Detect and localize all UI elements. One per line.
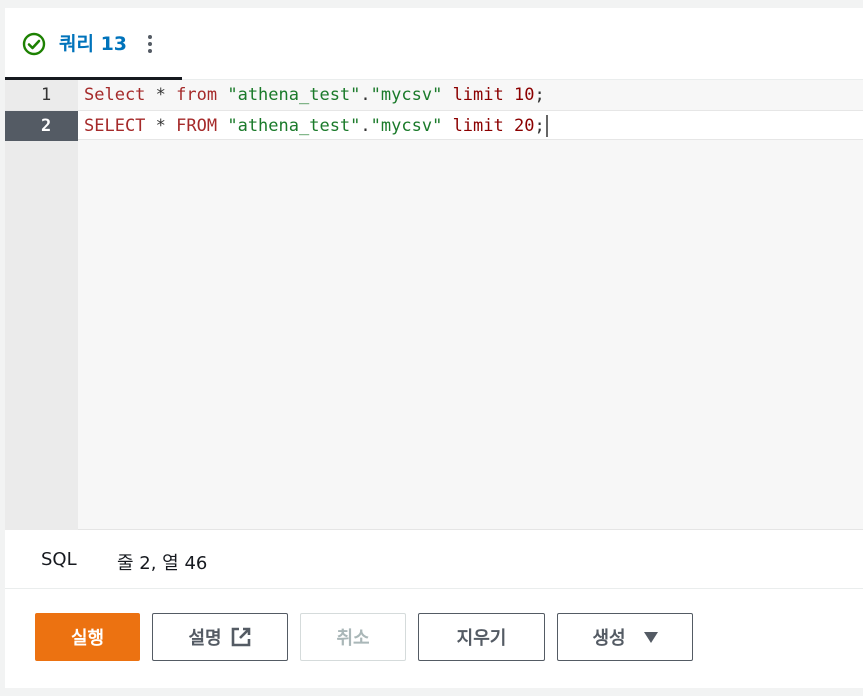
code-text[interactable]: Select * from "athena_test"."mycsv" limi…: [84, 80, 545, 110]
code-line-1[interactable]: 1 Select * from "athena_test"."mycsv" li…: [5, 80, 863, 110]
sql-operator: *: [145, 85, 177, 105]
sql-keyword: Select: [84, 85, 146, 105]
explain-button-label: 설명: [188, 628, 222, 649]
sql-punct: ;: [534, 116, 545, 136]
create-button-label: 생성: [592, 628, 626, 649]
cursor-position: 줄 2, 열 46: [117, 553, 208, 574]
explain-button[interactable]: 설명: [152, 613, 288, 661]
editor-status-bar: SQL 줄 2, 열 46: [5, 531, 863, 589]
run-button[interactable]: 실행: [35, 613, 140, 661]
check-circle-icon: [22, 32, 46, 56]
sql-punct: .: [360, 85, 371, 105]
query-editor-panel: 쿼리 13 1 Select * from "athena_test"."myc…: [5, 8, 863, 688]
query-actions: 실행 설명 취소 지우기 생성: [5, 590, 863, 688]
cancel-button-label: 취소: [336, 628, 370, 649]
sql-identifier: "mycsv": [370, 116, 443, 136]
sql-punct: .: [360, 116, 371, 136]
language-indicator: SQL: [41, 549, 77, 570]
line-number: 2: [5, 111, 78, 141]
sql-operator: *: [145, 116, 177, 136]
code-line-2[interactable]: 2 SELECT * FROM "athena_test"."mycsv" li…: [5, 110, 863, 141]
run-button-label: 실행: [70, 628, 105, 649]
sql-number: 10: [514, 85, 535, 105]
sql-identifier: "athena_test": [227, 116, 361, 136]
clear-button-label: 지우기: [456, 628, 507, 649]
line-number: 1: [41, 85, 52, 105]
sql-keyword: from: [176, 85, 218, 105]
sql-identifier: "athena_test": [227, 85, 361, 105]
sql-keyword: SELECT: [84, 116, 146, 136]
caret-down-icon: [643, 631, 658, 643]
sql-keyword: limit: [452, 85, 504, 105]
sql-punct: ;: [534, 85, 545, 105]
code-text[interactable]: SELECT * FROM "athena_test"."mycsv" limi…: [84, 111, 548, 141]
create-dropdown-button[interactable]: 생성: [557, 613, 693, 661]
clear-button[interactable]: 지우기: [418, 613, 545, 661]
more-vertical-icon[interactable]: [144, 32, 156, 56]
sql-code-editor[interactable]: 1 Select * from "athena_test"."mycsv" li…: [5, 80, 863, 530]
query-tab-label[interactable]: 쿼리 13: [59, 32, 127, 56]
sql-number: 20: [514, 116, 535, 136]
text-cursor: [545, 115, 548, 137]
cancel-button[interactable]: 취소: [300, 613, 406, 661]
external-link-icon: [231, 627, 250, 647]
query-tab-strip: 쿼리 13: [5, 8, 863, 80]
sql-keyword: FROM: [176, 116, 218, 136]
line-number-gutter: [5, 80, 78, 530]
sql-identifier: "mycsv": [370, 85, 443, 105]
sql-keyword: limit: [452, 116, 504, 136]
query-tab[interactable]: 쿼리 13: [5, 8, 182, 80]
